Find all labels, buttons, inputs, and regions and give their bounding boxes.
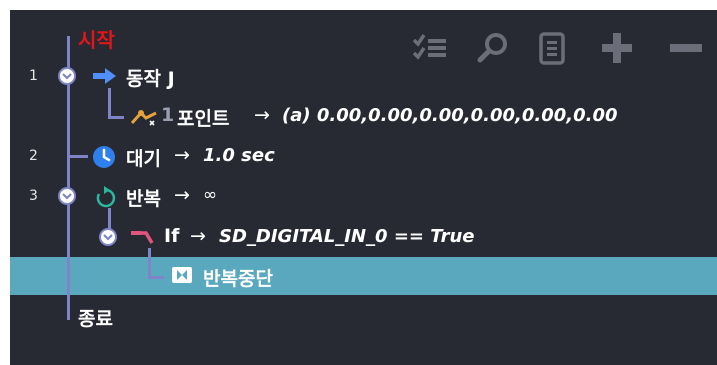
tree-branch-line xyxy=(108,88,111,119)
loop-arrow: → xyxy=(174,184,190,206)
if-node-label[interactable]: If xyxy=(164,225,179,247)
collapse-toggle[interactable] xyxy=(58,187,76,205)
waypoint-arrow: → xyxy=(254,104,270,126)
plus-icon[interactable] xyxy=(600,32,634,68)
break-loop-icon xyxy=(172,267,192,287)
if-arrow: → xyxy=(190,225,206,247)
move-node-label[interactable]: 동작 J xyxy=(126,64,175,91)
clock-icon xyxy=(92,145,116,173)
if-condition-value: SD_DIGITAL_IN_0 == True xyxy=(219,226,475,247)
collapse-toggle[interactable] xyxy=(58,67,76,85)
branch-icon xyxy=(130,228,156,250)
waypoint-node-label[interactable]: 포인트 xyxy=(177,104,229,131)
tree-branch-line xyxy=(108,116,124,119)
selected-row-highlight[interactable] xyxy=(10,257,717,295)
wait-node-label[interactable]: 대기 xyxy=(126,144,161,171)
break-loop-node-label[interactable]: 반복중단 xyxy=(203,264,273,291)
tree-branch-line xyxy=(148,248,151,279)
program-tree-panel: 시작 1 동작 J 1 포인트 → (a) 0.00,0.00,0.00,0.0… xyxy=(10,10,717,365)
loop-icon xyxy=(94,186,118,212)
search-icon[interactable] xyxy=(476,32,510,68)
wait-value: 1.0 sec xyxy=(203,145,275,166)
waypoint-value: (a) 0.00,0.00,0.00,0.00,0.00,0.00 xyxy=(282,105,618,126)
waypoint-icon xyxy=(130,107,158,131)
program-start-label: 시작 xyxy=(78,28,115,52)
document-icon[interactable] xyxy=(538,32,566,70)
minus-icon[interactable] xyxy=(668,32,704,68)
line-number: 2 xyxy=(29,148,38,164)
program-end-label: 종료 xyxy=(78,308,113,330)
tree-branch-line xyxy=(70,155,88,158)
line-number: 1 xyxy=(29,68,38,84)
line-number: 3 xyxy=(29,188,38,204)
loop-node-label[interactable]: 반복 xyxy=(126,184,161,211)
tree-branch-line xyxy=(148,276,164,279)
collapse-toggle[interactable] xyxy=(99,228,117,246)
checklist-icon[interactable] xyxy=(412,32,448,66)
loop-value: ∞ xyxy=(203,185,218,205)
wait-arrow: → xyxy=(174,144,190,166)
arrow-right-icon xyxy=(92,67,118,89)
waypoint-count: 1 xyxy=(161,104,175,126)
